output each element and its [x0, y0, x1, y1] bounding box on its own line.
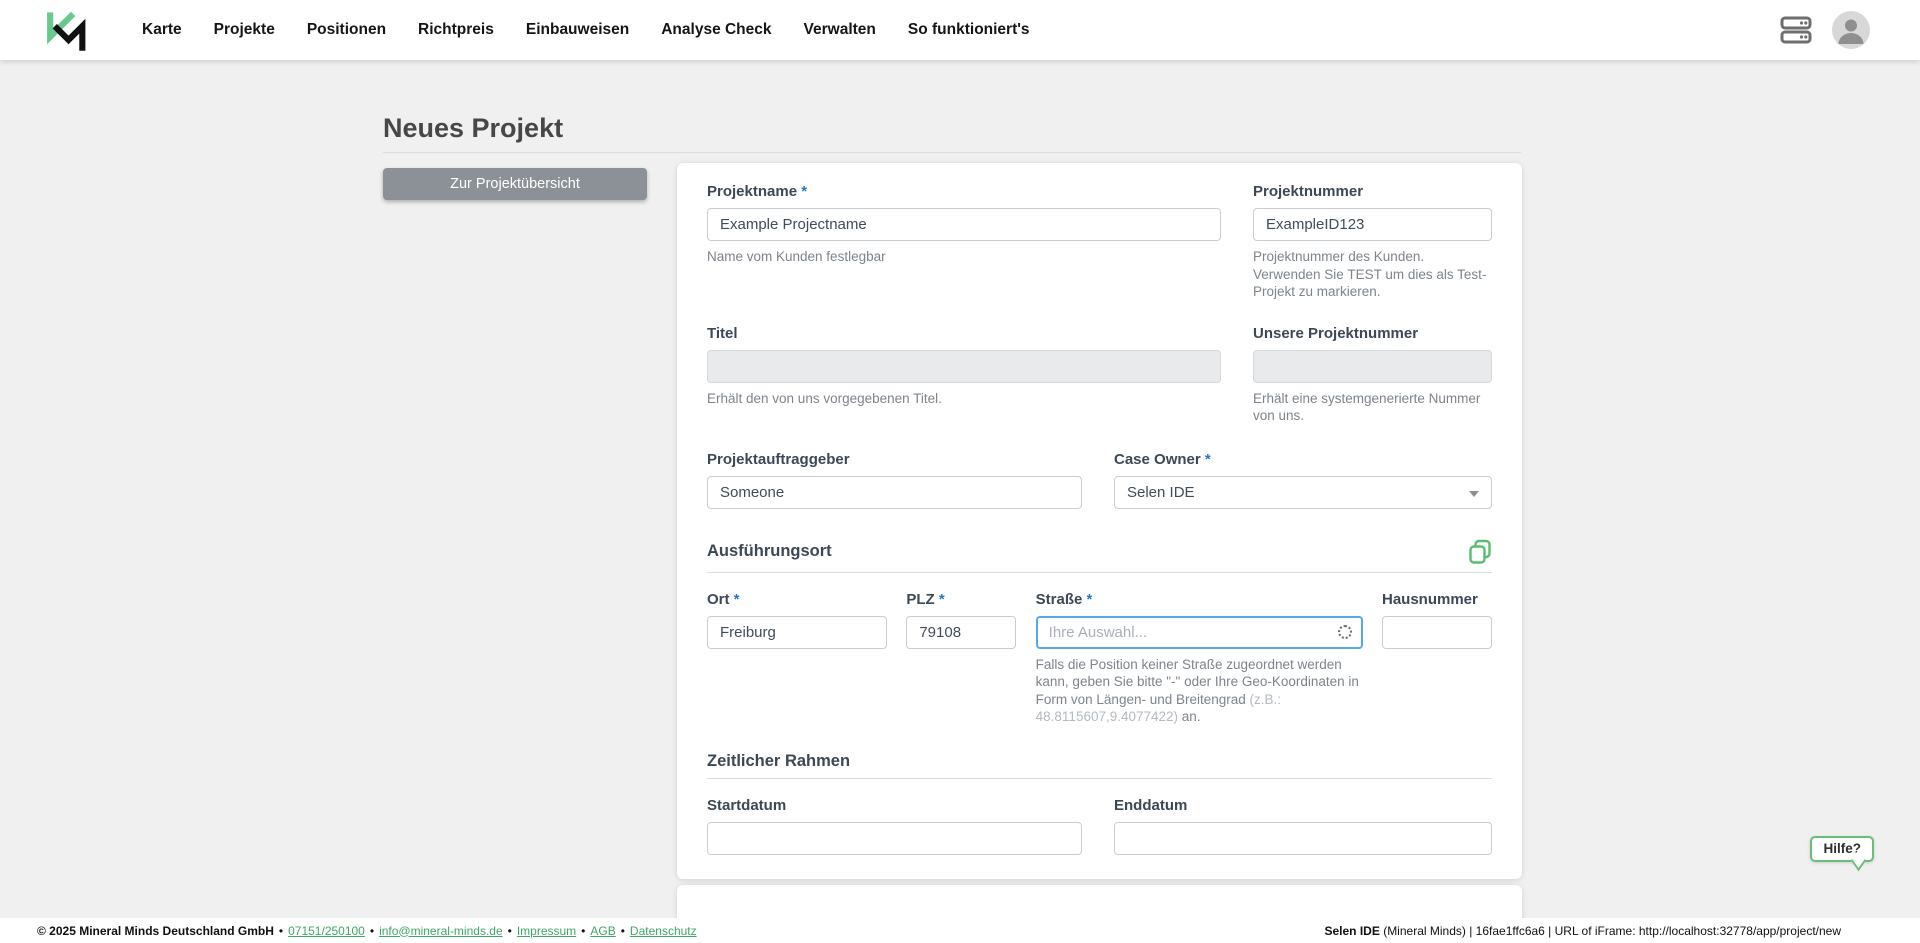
avatar [1832, 11, 1870, 49]
footer-link-agb[interactable]: AGB [590, 924, 615, 938]
page-body: Neues Projekt Zur Projektübersicht Proje… [0, 60, 1920, 918]
back-to-project-overview-button[interactable]: Zur Projektübersicht [383, 168, 647, 200]
section-title-zeitlicher-rahmen: Zeitlicher Rahmen [707, 752, 850, 771]
server-icon[interactable] [1778, 13, 1814, 47]
ort-label: Ort * [707, 591, 887, 609]
ort-input[interactable] [707, 616, 887, 649]
strasse-input[interactable] [1036, 616, 1363, 649]
required-asterisk: * [1205, 451, 1211, 468]
new-project-form-card: Projektname * Name vom Kunden festlegbar… [677, 163, 1522, 879]
footer-link-phone[interactable]: 07151/250100 [288, 924, 365, 938]
nav-item-analyse-check[interactable]: Analyse Check [645, 21, 787, 39]
nav-item-positionen[interactable]: Positionen [291, 21, 402, 39]
projektname-input[interactable] [707, 208, 1221, 241]
title-divider [383, 152, 1521, 153]
titel-input [707, 350, 1221, 383]
titel-label: Titel [707, 325, 1221, 343]
nav-item-verwalten[interactable]: Verwalten [788, 21, 892, 39]
projektname-label: Projektname * [707, 183, 1221, 201]
required-asterisk: * [801, 183, 807, 200]
required-asterisk: * [1087, 591, 1093, 608]
loading-spinner-icon [1338, 625, 1352, 639]
main-menu: Karte Projekte Positionen Richtpreis Ein… [126, 21, 1046, 39]
footer-user: Selen IDE [1325, 924, 1380, 938]
section-divider [707, 778, 1492, 779]
help-button[interactable]: Hilfe? [1810, 836, 1874, 862]
projektnummer-label: Projektnummer [1253, 183, 1492, 201]
section-title-ausfuehrungsort: Ausführungsort [707, 542, 832, 561]
footer-link-datenschutz[interactable]: Datenschutz [630, 924, 697, 938]
unsere-projektnummer-input [1253, 350, 1492, 383]
plz-input[interactable] [906, 616, 1016, 649]
footer-session-info: Selen IDE (Mineral Minds) | 16fae1ffc6a6… [1325, 924, 1842, 938]
projektauftraggeber-input[interactable] [707, 476, 1082, 509]
next-section-card-partial [677, 885, 1522, 918]
navbar-right [1778, 11, 1920, 49]
copy-location-icon[interactable] [1468, 539, 1492, 565]
nav-item-karte[interactable]: Karte [126, 21, 198, 39]
enddatum-label: Enddatum [1114, 797, 1492, 815]
section-divider [707, 572, 1492, 573]
footer: © 2025 Mineral Minds Deutschland GmbH • … [0, 918, 1920, 943]
projektnummer-hint: Projektnummer des Kunden. Verwenden Sie … [1253, 248, 1492, 301]
projektnummer-input[interactable] [1253, 208, 1492, 241]
copyright-text: © 2025 Mineral Minds Deutschland GmbH [37, 924, 274, 938]
case-owner-label: Case Owner * [1114, 451, 1492, 469]
case-owner-select[interactable]: Selen IDE [1114, 476, 1492, 509]
strasse-label: Straße * [1036, 591, 1363, 609]
startdatum-input[interactable] [707, 822, 1082, 855]
plz-label: PLZ * [906, 591, 1016, 609]
page-title: Neues Projekt [383, 113, 563, 144]
footer-link-email[interactable]: info@mineral-minds.de [379, 924, 503, 938]
projektauftraggeber-label: Projektauftraggeber [707, 451, 1082, 469]
projektname-hint: Name vom Kunden festlegbar [707, 248, 1221, 266]
hausnummer-label: Hausnummer [1382, 591, 1492, 609]
required-asterisk: * [939, 591, 945, 608]
strasse-hint: Falls die Position keiner Straße zugeord… [1036, 656, 1363, 726]
nav-item-so-funktionierts[interactable]: So funktioniert's [892, 21, 1046, 39]
nav-item-einbauweisen[interactable]: Einbauweisen [510, 21, 645, 39]
footer-link-impressum[interactable]: Impressum [517, 924, 576, 938]
help-button-label: Hilfe? [1823, 841, 1861, 856]
mineral-minds-logo[interactable] [44, 4, 90, 56]
case-owner-value: Selen IDE [1127, 484, 1195, 501]
top-navbar: Karte Projekte Positionen Richtpreis Ein… [0, 0, 1920, 60]
hausnummer-input[interactable] [1382, 616, 1492, 649]
user-avatar-icon[interactable] [1832, 11, 1870, 49]
startdatum-label: Startdatum [707, 797, 1082, 815]
chevron-down-icon [1469, 491, 1479, 497]
nav-item-richtpreis[interactable]: Richtpreis [402, 21, 510, 39]
unsere-projektnummer-hint: Erhält eine systemgenerierte Nummer von … [1253, 390, 1492, 425]
required-asterisk: * [734, 591, 740, 608]
footer-left: © 2025 Mineral Minds Deutschland GmbH • … [37, 924, 697, 938]
enddatum-input[interactable] [1114, 822, 1492, 855]
titel-hint: Erhält den von uns vorgegebenen Titel. [707, 390, 1221, 408]
nav-item-projekte[interactable]: Projekte [198, 21, 291, 39]
unsere-projektnummer-label: Unsere Projektnummer [1253, 325, 1492, 343]
